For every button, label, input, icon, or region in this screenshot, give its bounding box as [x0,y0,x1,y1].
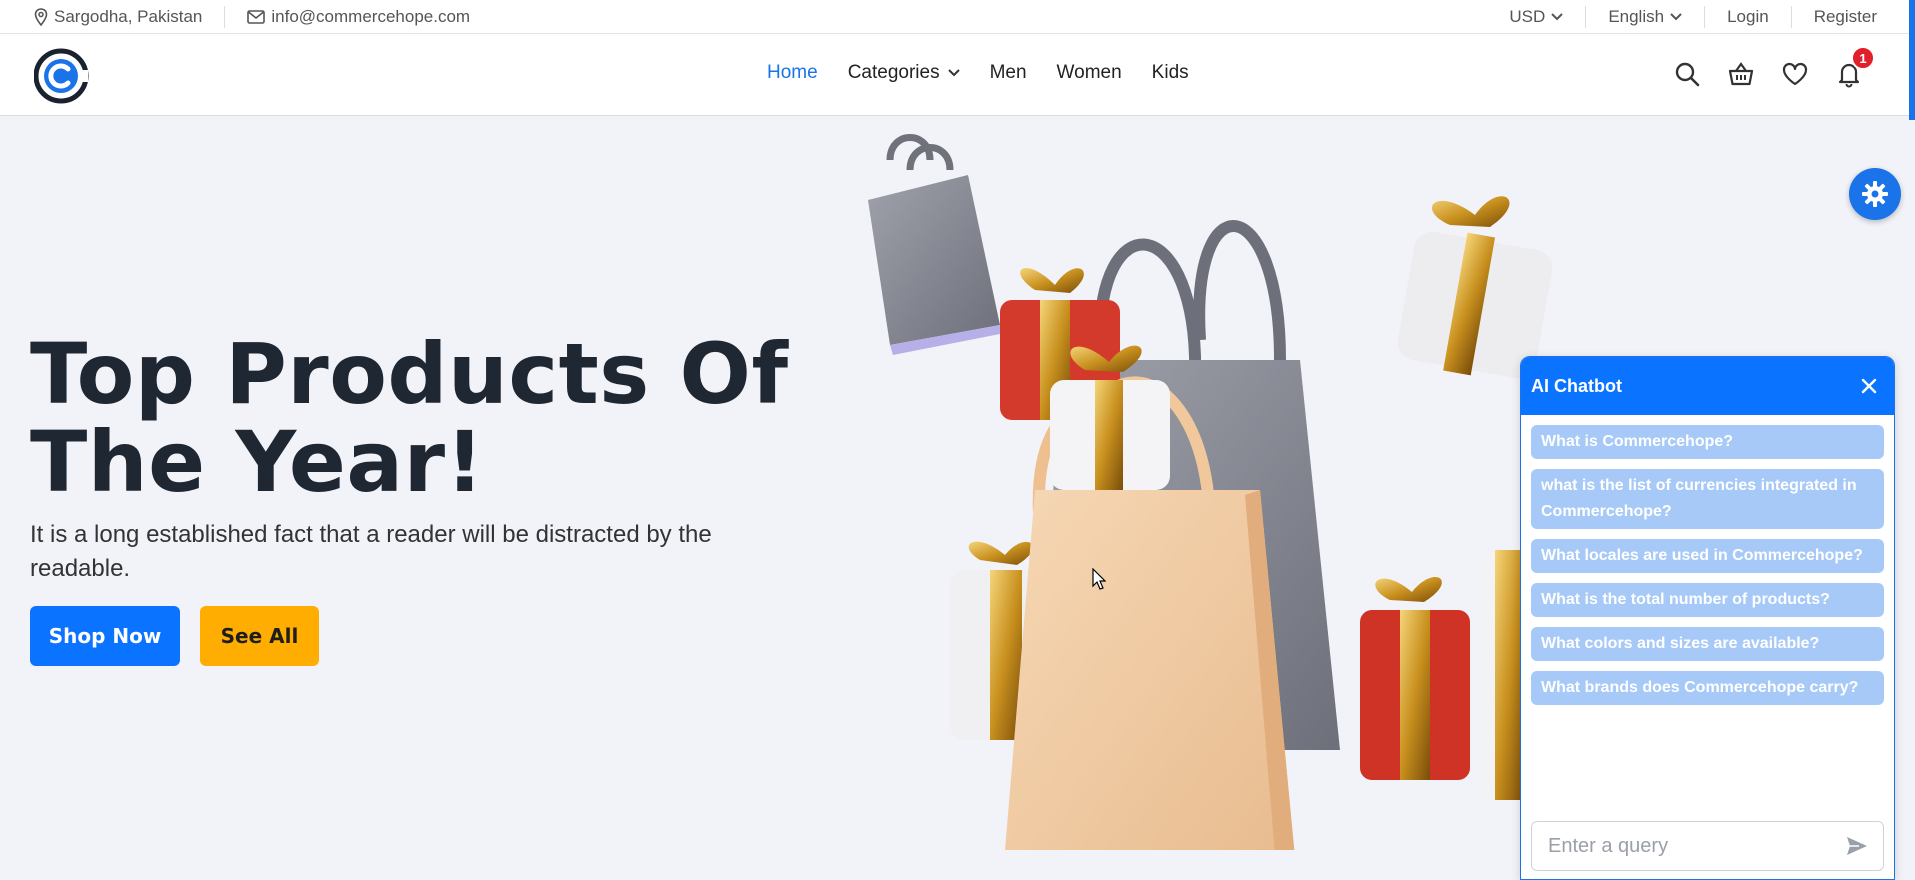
nav-kids[interactable]: Kids [1152,62,1189,84]
nav-women[interactable]: Women [1057,62,1122,84]
nav-home[interactable]: Home [767,62,818,84]
gift-white-right [1397,196,1553,379]
top-bar: Sargodha, Pakistan info@commercehope.com… [0,0,1915,34]
chatbot-title: AI Chatbot [1531,375,1622,396]
see-all-button[interactable]: See All [200,606,319,666]
suggestion-chip[interactable]: What colors and sizes are available? [1531,627,1884,661]
hero-title-line1: Top Products Of [30,325,789,423]
currency-dropdown[interactable]: USD [1509,6,1564,27]
gear-icon [1862,181,1888,207]
language-label: English [1608,6,1665,26]
mouse-cursor-icon [1092,568,1106,590]
location-text: Sargodha, Pakistan [54,6,203,26]
nav-categories[interactable]: Categories [848,62,960,84]
notifications[interactable]: 1 [1835,46,1875,88]
basket-icon[interactable] [1727,60,1755,88]
hero-title: Top Products Of The Year! [30,330,789,506]
email-text: info@commercehope.com [271,6,471,26]
floating-bag [868,134,1005,355]
suggestion-list: What is Commercehope? what is the list o… [1521,415,1894,715]
nav-men[interactable]: Men [990,62,1027,84]
language-dropdown[interactable]: English [1608,7,1682,27]
send-icon[interactable] [1845,834,1869,858]
suggestion-chip[interactable]: what is the list of currencies integrate… [1531,469,1884,529]
chevron-down-icon [1551,12,1564,20]
suggestion-chip[interactable]: What locales are used in Commercehope? [1531,539,1884,573]
email-link[interactable]: info@commercehope.com [247,7,470,27]
main-nav: Home Categories Men Women Kids 1 [0,34,1915,116]
scrollbar[interactable] [1909,0,1915,120]
close-icon[interactable] [1858,375,1880,397]
shop-now-button[interactable]: Shop Now [30,606,180,666]
mail-icon [247,9,266,24]
suggestion-chip[interactable]: What is the total number of products? [1531,583,1884,617]
chevron-down-icon [947,69,960,77]
chat-query-input[interactable] [1548,834,1845,858]
logo-icon[interactable] [34,48,90,104]
map-pin-icon [34,7,48,26]
hero-illustration [868,134,1560,850]
suggestion-chip[interactable]: What brands does Commercehope carry? [1531,671,1884,705]
chatbot-panel: AI Chatbot What is Commercehope? what is… [1520,356,1895,880]
chevron-down-icon [1670,12,1682,20]
heart-icon[interactable] [1781,60,1809,88]
notification-badge: 1 [1851,46,1875,70]
chatbot-header: AI Chatbot [1521,357,1894,415]
gift-red-right [1360,577,1470,780]
settings-button[interactable] [1849,168,1901,220]
nav-categories-label: Categories [847,62,940,83]
hero-subtitle: It is a long established fact that a rea… [30,521,712,582]
currency-label: USD [1509,6,1546,26]
suggestion-chip[interactable]: What is Commercehope? [1531,425,1884,459]
login-link[interactable]: Login [1727,7,1769,27]
location: Sargodha, Pakistan [34,7,202,27]
chat-input-box [1531,821,1884,871]
hero-title-line2: The Year! [30,413,485,511]
register-link[interactable]: Register [1814,7,1877,27]
search-icon[interactable] [1673,60,1701,88]
